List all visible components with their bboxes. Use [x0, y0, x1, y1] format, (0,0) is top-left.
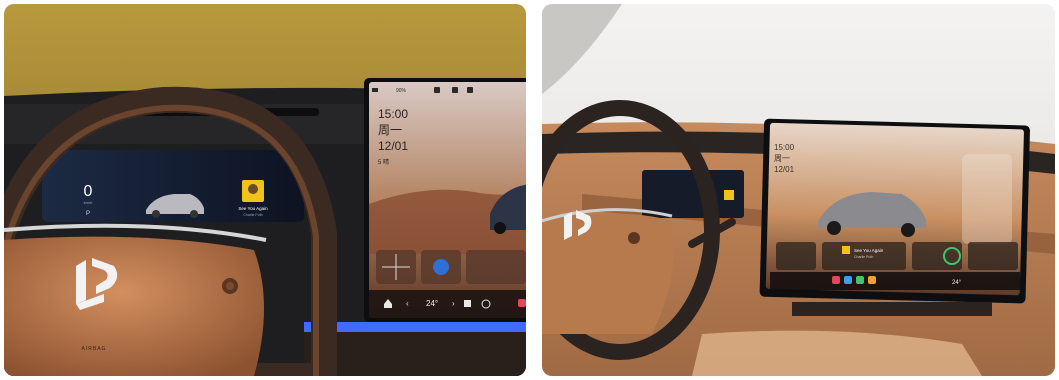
- right-interior-photo: 15:00 周一 12/01 See You Again Charlie Put…: [542, 4, 1055, 376]
- status-icon: [372, 88, 378, 92]
- album-art-icon: [842, 246, 850, 254]
- center-touchscreen: 90% 15:00 周一 12/01 5 晴 ‹ 24° ›: [364, 78, 526, 322]
- ambient-light: [304, 322, 526, 332]
- cluster-gear: P: [86, 211, 90, 217]
- screen-date: 12/01: [774, 165, 795, 174]
- widget-card[interactable]: [968, 242, 1018, 270]
- center-touchscreen: 15:00 周一 12/01 See You Again Charlie Put…: [759, 118, 1030, 304]
- chevron-left-icon[interactable]: ‹: [406, 299, 409, 308]
- cluster-media-artist: Charlie Puth: [243, 213, 262, 217]
- bottom-dock: [770, 272, 1020, 290]
- bottom-dock: [369, 290, 526, 318]
- widget-card[interactable]: [466, 250, 526, 284]
- widget-card[interactable]: [776, 242, 816, 270]
- chevron-right-icon[interactable]: ›: [452, 299, 455, 308]
- screen-weekday: 周一: [774, 154, 790, 163]
- screen-weather: 5 晴: [378, 158, 389, 166]
- media-artist: Charlie Puth: [854, 255, 873, 259]
- widget-card[interactable]: [912, 242, 962, 270]
- instrument-cluster: 0 km/h P See You Again Charlie Puth: [42, 150, 304, 222]
- wheel-scroll-button[interactable]: [628, 232, 640, 244]
- status-icon: [452, 87, 458, 93]
- instrument-cluster: [642, 170, 744, 218]
- cluster-speed: 0: [84, 183, 93, 200]
- climate-temperature[interactable]: 24°: [952, 280, 962, 286]
- cluster-media-title: See You Again: [238, 206, 268, 211]
- car-status-icon: [433, 259, 449, 275]
- screen-weekday: 周一: [378, 123, 402, 137]
- right-photo-canvas: 15:00 周一 12/01 See You Again Charlie Put…: [542, 4, 1055, 376]
- screen-date: 12/01: [378, 139, 408, 153]
- app-icon[interactable]: [844, 276, 852, 284]
- seat-heat-icon[interactable]: [464, 300, 471, 307]
- screen-time: 15:00: [774, 143, 795, 152]
- screen-mount: [792, 302, 992, 316]
- left-photo-canvas: 0 km/h P See You Again Charlie Puth 90% …: [4, 4, 526, 376]
- media-title: See You Again: [854, 248, 884, 253]
- screen-time: 15:00: [378, 107, 408, 121]
- status-icon: [467, 87, 473, 93]
- status-icon: [434, 87, 440, 93]
- app-icon[interactable]: [868, 276, 876, 284]
- airbag-label: AIRBAG: [82, 346, 107, 352]
- app-icon[interactable]: [856, 276, 864, 284]
- app-icon[interactable]: [832, 276, 840, 284]
- cluster-speed-unit: km/h: [84, 200, 93, 205]
- left-interior-photo: 0 km/h P See You Again Charlie Puth 90% …: [4, 4, 526, 376]
- app-icon[interactable]: [518, 299, 526, 307]
- battery-status: 90%: [396, 88, 407, 94]
- climate-temperature[interactable]: 24°: [426, 299, 438, 308]
- album-art-icon: [724, 190, 734, 200]
